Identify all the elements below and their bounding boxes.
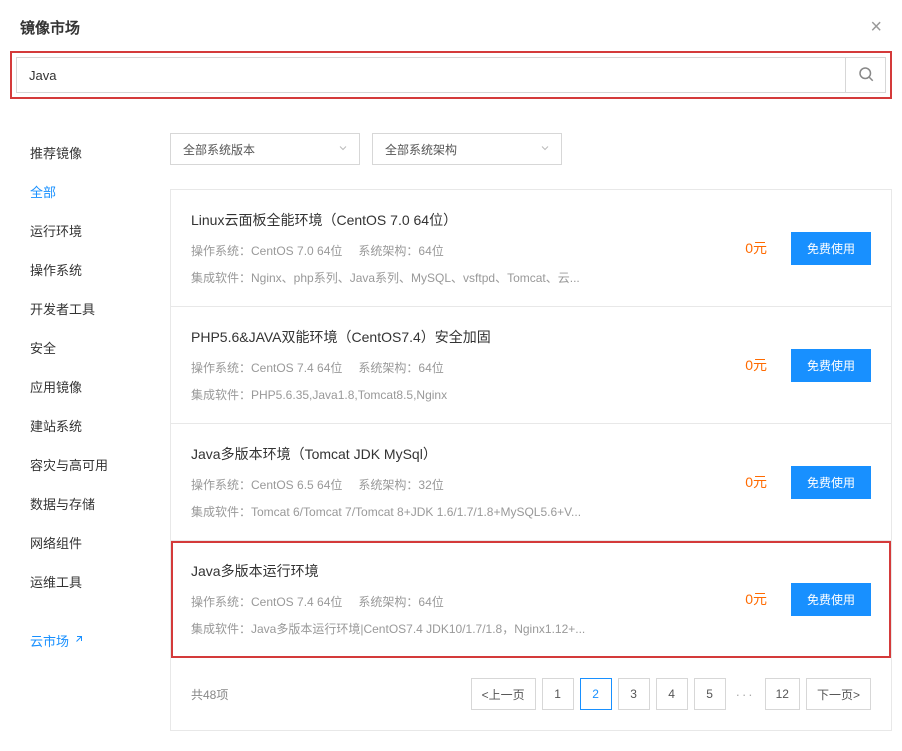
item-meta: 操作系统：CentOS 6.5 64位系统架构：32位 xyxy=(191,476,745,493)
os-version-selected: 全部系统版本 xyxy=(183,141,255,158)
item-info: PHP5.6&JAVA双能环境（CentOS7.4）安全加固操作系统：CentO… xyxy=(191,327,745,403)
sidebar-item[interactable]: 容灾与高可用 xyxy=(30,445,160,484)
use-free-button[interactable]: 免费使用 xyxy=(791,583,871,616)
close-icon[interactable]: × xyxy=(870,16,882,39)
sidebar-item[interactable]: 全部 xyxy=(30,172,160,211)
item-software: 集成软件：PHP5.6.35,Java1.8,Tomcat8.5,Nginx xyxy=(191,386,591,403)
item-software: 集成软件：Java多版本运行环境|CentOS7.4 JDK10/1.7/1.8… xyxy=(191,620,591,637)
sidebar-item[interactable]: 数据与存储 xyxy=(30,484,160,523)
filter-row: 全部系统版本 全部系统架构 xyxy=(170,133,892,165)
cloud-market-label: 云市场 xyxy=(30,631,69,650)
chevron-down-icon xyxy=(539,142,551,157)
item-os: 操作系统：CentOS 6.5 64位 xyxy=(191,476,342,493)
page-ellipsis: ··· xyxy=(732,687,759,702)
search-input[interactable] xyxy=(17,58,845,92)
item-os: 操作系统：CentOS 7.4 64位 xyxy=(191,359,342,376)
item-arch: 系统架构：32位 xyxy=(358,476,443,493)
item-meta: 操作系统：CentOS 7.4 64位系统架构：64位 xyxy=(191,593,745,610)
image-item: Java多版本环境（Tomcat JDK MySql） 操作系统：CentOS 6… xyxy=(171,424,891,541)
sidebar-item[interactable]: 运维工具 xyxy=(30,562,160,601)
item-arch: 系统架构：64位 xyxy=(358,593,443,610)
item-arch: 系统架构：64位 xyxy=(358,359,443,376)
search-bar xyxy=(16,57,886,93)
image-item: Linux云面板全能环境（CentOS 7.0 64位） 操作系统：CentOS … xyxy=(171,190,891,307)
search-icon xyxy=(857,65,875,86)
search-button[interactable] xyxy=(845,58,885,92)
item-meta: 操作系统：CentOS 7.4 64位系统架构：64位 xyxy=(191,359,745,376)
item-price: 0元 xyxy=(745,238,767,258)
use-free-button[interactable]: 免费使用 xyxy=(791,349,871,382)
item-info: Java多版本环境（Tomcat JDK MySql） 操作系统：CentOS 6… xyxy=(191,444,745,520)
sidebar-item[interactable]: 应用镜像 xyxy=(30,367,160,406)
chevron-down-icon xyxy=(337,142,349,157)
modal-header: 镜像市场 × xyxy=(0,0,902,51)
page-number-button[interactable]: 5 xyxy=(694,678,726,710)
page-number-button[interactable]: 2 xyxy=(580,678,612,710)
next-page-button[interactable]: 下一页> xyxy=(806,678,871,710)
sidebar-item[interactable]: 建站系统 xyxy=(30,406,160,445)
item-software: 集成软件：Tomcat 6/Tomcat 7/Tomcat 8+JDK 1.6/… xyxy=(191,503,591,520)
item-title[interactable]: Linux云面板全能环境（CentOS 7.0 64位） xyxy=(191,210,745,230)
os-version-dropdown[interactable]: 全部系统版本 xyxy=(170,133,360,165)
pagination-row: 共48项 <上一页 12345 ··· 12 下一页> xyxy=(171,658,891,730)
image-market-modal: 镜像市场 × 推荐镜像全部运行环境操作系统开发者工具安全应用镜像建站系统容灾与高… xyxy=(0,0,902,751)
item-price: 0元 xyxy=(745,355,767,375)
use-free-button[interactable]: 免费使用 xyxy=(791,466,871,499)
pager: <上一页 12345 ··· 12 下一页> xyxy=(471,678,871,710)
item-title[interactable]: Java多版本环境（Tomcat JDK MySql） xyxy=(191,444,745,464)
page-number-button[interactable]: 3 xyxy=(618,678,650,710)
main-content: 全部系统版本 全部系统架构 Linux云面板全能环境（CentOS 7.0 64… xyxy=(170,133,892,731)
item-title[interactable]: Java多版本运行环境 xyxy=(191,561,745,581)
sidebar-item[interactable]: 操作系统 xyxy=(30,250,160,289)
image-item: Java多版本运行环境操作系统：CentOS 7.4 64位系统架构：64位集成… xyxy=(171,541,891,658)
prev-page-button[interactable]: <上一页 xyxy=(471,678,536,710)
arch-selected: 全部系统架构 xyxy=(385,141,457,158)
use-free-button[interactable]: 免费使用 xyxy=(791,232,871,265)
cloud-market-link[interactable]: 云市场 xyxy=(30,601,85,660)
image-item: PHP5.6&JAVA双能环境（CentOS7.4）安全加固操作系统：CentO… xyxy=(171,307,891,424)
modal-title: 镜像市场 xyxy=(20,17,80,38)
sidebar-item[interactable]: 开发者工具 xyxy=(30,289,160,328)
external-link-icon xyxy=(73,633,85,648)
item-price: 0元 xyxy=(745,589,767,609)
sidebar-item[interactable]: 推荐镜像 xyxy=(30,133,160,172)
sidebar-item[interactable]: 安全 xyxy=(30,328,160,367)
item-os: 操作系统：CentOS 7.4 64位 xyxy=(191,593,342,610)
sidebar-item[interactable]: 网络组件 xyxy=(30,523,160,562)
total-count: 共48项 xyxy=(191,686,228,703)
page-number-button[interactable]: 1 xyxy=(542,678,574,710)
page-number-button[interactable]: 4 xyxy=(656,678,688,710)
item-price: 0元 xyxy=(745,472,767,492)
item-arch: 系统架构：64位 xyxy=(358,242,443,259)
sidebar-item[interactable]: 运行环境 xyxy=(30,211,160,250)
item-os: 操作系统：CentOS 7.0 64位 xyxy=(191,242,342,259)
item-info: Linux云面板全能环境（CentOS 7.0 64位） 操作系统：CentOS … xyxy=(191,210,745,286)
image-list: Linux云面板全能环境（CentOS 7.0 64位） 操作系统：CentOS … xyxy=(170,189,892,731)
item-title[interactable]: PHP5.6&JAVA双能环境（CentOS7.4）安全加固 xyxy=(191,327,745,347)
item-software: 集成软件：Nginx、php系列、Java系列、MySQL、vsftpd、Tom… xyxy=(191,269,591,286)
last-page-button[interactable]: 12 xyxy=(765,678,800,710)
modal-body: 推荐镜像全部运行环境操作系统开发者工具安全应用镜像建站系统容灾与高可用数据与存储… xyxy=(0,109,902,751)
arch-dropdown[interactable]: 全部系统架构 xyxy=(372,133,562,165)
item-info: Java多版本运行环境操作系统：CentOS 7.4 64位系统架构：64位集成… xyxy=(191,561,745,637)
search-highlight-frame xyxy=(10,51,892,99)
item-meta: 操作系统：CentOS 7.0 64位系统架构：64位 xyxy=(191,242,745,259)
category-sidebar: 推荐镜像全部运行环境操作系统开发者工具安全应用镜像建站系统容灾与高可用数据与存储… xyxy=(10,133,160,731)
